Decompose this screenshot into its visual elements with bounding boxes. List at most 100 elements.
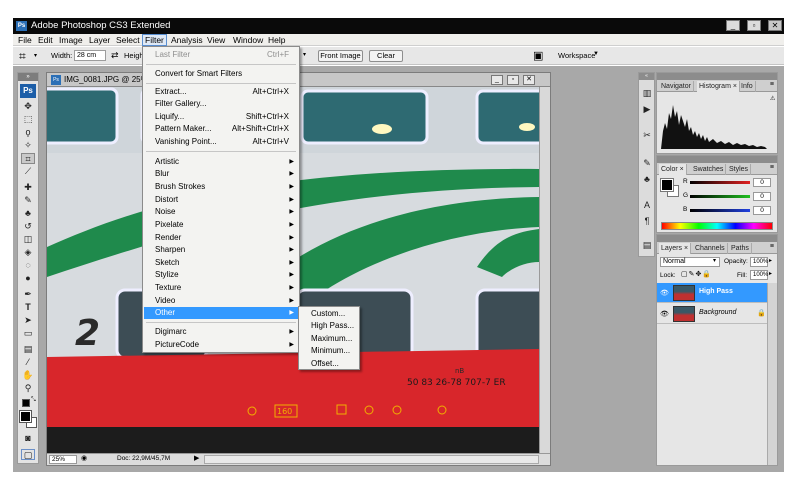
foreground-color-swatch[interactable] (19, 410, 32, 423)
menu-layer[interactable]: Layer (87, 34, 112, 46)
color-foreground-swatch[interactable] (660, 178, 674, 192)
photoshop-badge-icon[interactable]: Ps (20, 84, 36, 98)
lock-options-icons[interactable]: ▢✎✥🔒 (681, 270, 712, 278)
doc-minimize-button[interactable]: _ (491, 75, 503, 85)
visibility-eye-icon[interactable]: 👁 (660, 289, 669, 297)
doc-maximize-button[interactable]: ▫ (507, 75, 519, 85)
workspace-menu[interactable]: Workspace (558, 51, 595, 60)
layers-scrollbar[interactable] (767, 283, 777, 465)
default-colors-icon[interactable] (22, 399, 30, 407)
clone-stamp-tool-icon[interactable]: ♣ (21, 208, 35, 219)
vertical-scrollbar[interactable] (539, 87, 550, 453)
magic-wand-tool-icon[interactable]: ✧ (21, 140, 35, 151)
green-value-input[interactable]: 0 (753, 192, 771, 201)
menu-item-pattern-maker[interactable]: Pattern Maker... Alt+Shift+Ctrl+X (144, 123, 298, 135)
tab-paths[interactable]: Paths (729, 243, 752, 254)
panel-drag-bar[interactable] (657, 156, 777, 163)
clone-source-panel-icon[interactable]: ♣ (641, 173, 653, 185)
maximize-button[interactable]: ▫ (747, 20, 761, 31)
paragraph-panel-icon[interactable]: ¶ (641, 215, 653, 227)
menu-item-distort[interactable]: Distort ▶ (144, 194, 298, 206)
move-tool-icon[interactable]: ✥ (21, 101, 35, 112)
blur-tool-icon[interactable]: ◌ (21, 260, 35, 271)
submenu-item-custom[interactable]: Custom... (300, 308, 358, 320)
menu-window[interactable]: Window (231, 34, 265, 46)
hand-tool-icon[interactable]: ✋ (21, 370, 35, 381)
panel-menu-icon[interactable]: ≡ (770, 243, 774, 250)
menu-item-brush-strokes[interactable]: Brush Strokes ▶ (144, 181, 298, 193)
resolution-units-chevron-icon[interactable]: ▾ (303, 51, 306, 58)
layer-row-background[interactable]: 👁 Background 🔒 (657, 304, 777, 324)
type-tool-icon[interactable]: T (21, 302, 35, 313)
tab-info[interactable]: Info (739, 81, 756, 92)
blue-value-input[interactable]: 0 (753, 206, 771, 215)
submenu-item-high-pass[interactable]: High Pass... (300, 320, 358, 332)
tab-styles[interactable]: Styles (727, 164, 752, 175)
dodge-tool-icon[interactable]: ● (21, 273, 35, 284)
status-menu-chevron-icon[interactable]: ▶ (194, 454, 199, 462)
layer-comps-panel-icon[interactable]: ▤ (641, 239, 653, 251)
menu-item-liquify[interactable]: Liquify... Shift+Ctrl+X (144, 111, 298, 123)
blue-slider[interactable] (690, 209, 750, 212)
menu-item-pixelate[interactable]: Pixelate ▶ (144, 219, 298, 231)
swap-dimensions-icon[interactable]: ⇄ (111, 50, 119, 61)
menu-item-extract[interactable]: Extract... Alt+Ctrl+X (144, 86, 298, 98)
notes-tool-icon[interactable]: ▤ (21, 344, 35, 355)
menu-item-video[interactable]: Video ▶ (144, 295, 298, 307)
menu-item-sketch[interactable]: Sketch ▶ (144, 257, 298, 269)
menu-item-sharpen[interactable]: Sharpen ▶ (144, 244, 298, 256)
menu-image[interactable]: Image (57, 34, 85, 46)
green-slider[interactable] (690, 195, 750, 198)
horizontal-scrollbar[interactable] (204, 455, 539, 464)
panel-menu-icon[interactable]: ≡ (770, 81, 774, 88)
tool-presets-panel-icon[interactable]: ✂ (641, 129, 653, 141)
brush-tool-icon[interactable]: ✎ (21, 195, 35, 206)
healing-brush-tool-icon[interactable]: ✚ (21, 182, 35, 193)
panel-menu-icon[interactable]: ≡ (770, 164, 774, 171)
history-panel-icon[interactable]: ▥ (641, 87, 653, 99)
width-input[interactable]: 28 cm (74, 50, 106, 61)
blend-mode-select[interactable]: Normal (660, 257, 720, 267)
close-button[interactable]: ✕ (768, 20, 782, 31)
history-brush-tool-icon[interactable]: ↺ (21, 221, 35, 232)
brushes-panel-icon[interactable]: ✎ (641, 157, 653, 169)
fill-input[interactable]: 100% (750, 270, 768, 280)
histogram-refresh-warning-icon[interactable]: ⚠ (770, 95, 775, 102)
menu-item-noise[interactable]: Noise ▶ (144, 206, 298, 218)
pen-tool-icon[interactable]: ✒ (21, 289, 35, 300)
palette-well-icon[interactable]: ▣ (533, 49, 543, 62)
fill-chevron-icon[interactable]: ▸ (769, 270, 772, 277)
menu-item-render[interactable]: Render ▶ (144, 232, 298, 244)
submenu-item-minimum[interactable]: Minimum... (300, 345, 358, 357)
document-size-readout[interactable]: Doc: 22,9M/45,7M (117, 455, 170, 462)
screen-mode-icon[interactable]: ▢ (21, 449, 35, 460)
layer-row-high-pass[interactable]: 👁 High Pass (657, 283, 777, 303)
red-value-input[interactable]: 0 (753, 178, 771, 187)
menu-item-other[interactable]: Other ▶ (144, 307, 298, 319)
menu-filter[interactable]: Filter (142, 34, 167, 46)
menu-edit[interactable]: Edit (36, 34, 55, 46)
dock-collapse-icon[interactable]: « (639, 73, 654, 80)
eraser-tool-icon[interactable]: ◫ (21, 234, 35, 245)
front-image-button[interactable]: Front Image (318, 50, 363, 62)
menu-item-artistic[interactable]: Artistic ▶ (144, 156, 298, 168)
menu-item-picturecode[interactable]: PictureCode ▶ (144, 339, 298, 351)
tab-navigator[interactable]: Navigator (659, 81, 694, 92)
color-spectrum-ramp[interactable] (661, 222, 773, 230)
menu-item-convert-smart-filters[interactable]: Convert for Smart Filters (144, 68, 298, 80)
status-preview-icon[interactable]: ◉ (81, 454, 87, 462)
slice-tool-icon[interactable]: ⟋ (21, 166, 35, 177)
eyedropper-tool-icon[interactable]: ⁄ (21, 357, 35, 368)
panel-drag-bar[interactable] (657, 73, 777, 80)
character-panel-icon[interactable]: A (641, 199, 653, 211)
menu-item-blur[interactable]: Blur ▶ (144, 168, 298, 180)
menu-item-vanishing-point[interactable]: Vanishing Point... Alt+Ctrl+V (144, 136, 298, 148)
tab-histogram[interactable]: Histogram × (697, 81, 740, 92)
crop-tool-button-icon[interactable]: ⌗ (21, 153, 35, 164)
menu-analysis[interactable]: Analysis (169, 34, 205, 46)
path-selection-tool-icon[interactable]: ➤ (21, 315, 35, 326)
zoom-level-field[interactable]: 25% (49, 455, 77, 464)
red-slider[interactable] (690, 181, 750, 184)
actions-panel-icon[interactable]: ▶ (641, 103, 653, 115)
clear-button[interactable]: Clear (369, 50, 403, 62)
